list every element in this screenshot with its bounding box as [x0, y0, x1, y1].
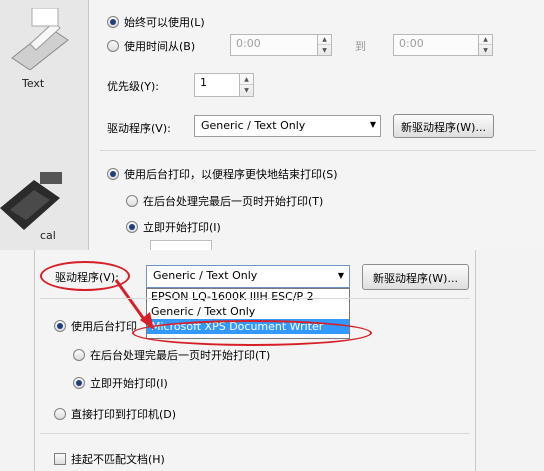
annotation-ellipse-option: [132, 320, 372, 346]
start-after-last-label: 在后台处理完最后一页时开始打印(T): [143, 195, 324, 208]
start-immediately-label: 立即开始打印(I): [90, 377, 168, 390]
start-after-last-label: 在后台处理完最后一页时开始打印(T): [90, 349, 271, 362]
priority-field[interactable]: 1: [194, 73, 240, 97]
dropdown-arrow-icon: ▼: [337, 271, 344, 280]
spin-down-icon[interactable]: ▼: [240, 85, 253, 96]
divider: [40, 433, 470, 434]
print-direct-radio[interactable]: [54, 408, 66, 420]
spin-up-icon[interactable]: ▲: [479, 35, 492, 45]
driver-option[interactable]: EPSON LQ-1600K IIIH ESC/P 2: [147, 289, 349, 304]
time-to-spinner[interactable]: ▲ ▼: [479, 34, 493, 56]
spin-down-icon[interactable]: ▼: [479, 45, 492, 55]
time-from-field[interactable]: 0:00: [230, 34, 318, 56]
partial-field: [150, 240, 212, 250]
divider: [40, 298, 470, 299]
print-direct-label: 直接打印到打印机(D): [71, 408, 177, 421]
hold-mismatched-label: 挂起不匹配文档(H): [71, 453, 165, 466]
bottom-panel: 驱动程序(V): Generic / Text Only ▼ 新驱动程序(W).…: [0, 250, 544, 471]
divider: [100, 150, 536, 151]
printer-list-strip: Text cal: [0, 0, 89, 250]
start-immediately-label: 立即开始打印(I): [143, 221, 221, 234]
driver-select[interactable]: Generic / Text Only ▼: [146, 265, 350, 288]
priority-spinner[interactable]: ▲ ▼: [240, 73, 254, 97]
spool-label: 使用后台打印: [71, 320, 137, 333]
new-driver-button[interactable]: 新驱动程序(W)...: [362, 264, 469, 290]
dropdown-arrow-icon: ▼: [369, 120, 376, 129]
top-panel: Text cal 始终可以使用(L) 使用时间从(B) 0:00 ▲ ▼ 到 0…: [0, 0, 544, 250]
priority-label: 优先级(Y):: [107, 80, 160, 93]
time-from-spinner[interactable]: ▲ ▼: [318, 34, 332, 56]
printer-icon: [11, 8, 69, 70]
printer-label-2: cal: [40, 229, 56, 242]
spool-radio[interactable]: [107, 168, 119, 180]
start-after-last-radio[interactable]: [126, 195, 138, 207]
spool-label: 使用后台打印，以便程序更快地结束打印(S): [124, 168, 338, 181]
spin-down-icon[interactable]: ▼: [318, 45, 331, 55]
driver-select-value: Generic / Text Only: [201, 119, 306, 132]
printer-label: Text: [22, 77, 45, 90]
start-immediately-radio[interactable]: [126, 221, 138, 233]
to-label: 到: [355, 40, 366, 53]
available-from-label: 使用时间从(B): [124, 40, 196, 53]
driver-label: 驱动程序(V):: [107, 122, 171, 135]
hold-mismatched-checkbox[interactable]: [54, 453, 66, 465]
always-available-radio[interactable]: [107, 16, 119, 28]
driver-select-value: Generic / Text Only: [153, 269, 258, 282]
start-immediately-radio[interactable]: [73, 377, 85, 389]
driver-option[interactable]: Generic / Text Only: [147, 304, 349, 319]
spin-up-icon[interactable]: ▲: [318, 35, 331, 45]
driver-select[interactable]: Generic / Text Only ▼: [194, 115, 381, 137]
always-available-label: 始终可以使用(L): [124, 16, 205, 29]
start-after-last-radio[interactable]: [73, 349, 85, 361]
available-from-radio[interactable]: [107, 40, 119, 52]
printer-icon: [0, 172, 62, 230]
new-driver-button[interactable]: 新驱动程序(W)...: [393, 114, 494, 138]
time-to-field[interactable]: 0:00: [393, 34, 479, 56]
spool-radio[interactable]: [54, 320, 66, 332]
spin-up-icon[interactable]: ▲: [240, 74, 253, 85]
